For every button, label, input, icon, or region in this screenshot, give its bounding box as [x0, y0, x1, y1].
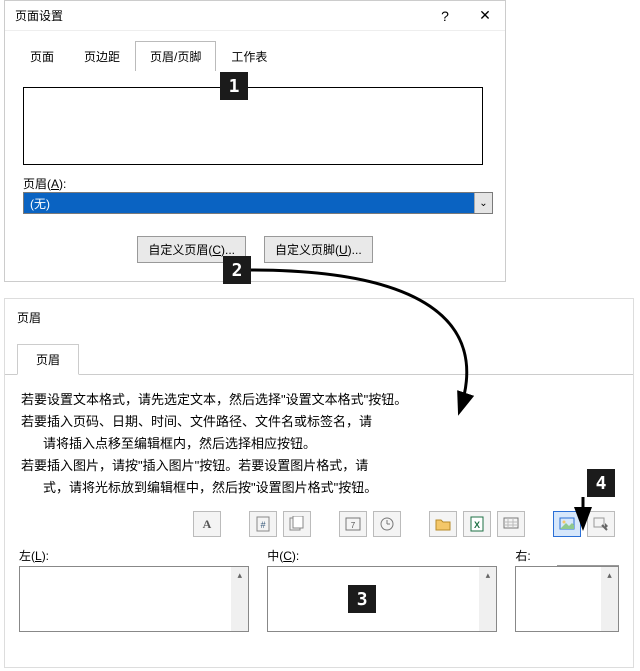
btn-text-pre: 自定义页脚( — [275, 243, 339, 257]
btn-accelerator: U — [339, 243, 348, 257]
insert-page-count-button[interactable] — [283, 511, 311, 537]
help-button[interactable]: ? — [425, 1, 465, 31]
instruction-line-2: 若要插入页码、日期、时间、文件路径、文件名或标签名，请 — [21, 411, 617, 433]
scroll-up-icon[interactable]: ▴ — [479, 567, 496, 583]
sheet-tab-icon — [503, 516, 519, 532]
page-count-icon — [289, 516, 305, 532]
titlebar: 页面设置 ? ✕ — [5, 1, 505, 31]
insert-date-button[interactable]: 7 — [339, 511, 367, 537]
header-dropdown[interactable]: (无) ⌄ — [23, 192, 493, 214]
chevron-down-icon[interactable]: ⌄ — [474, 193, 492, 213]
center-section-label: 中(C): — [267, 547, 497, 564]
custom-footer-button[interactable]: 自定义页脚(U)... — [264, 236, 373, 263]
text-format-icon: A — [203, 517, 212, 532]
instruction-line-5: 式，请将光标放到编辑框中，然后按"设置图片格式"按钮。 — [21, 477, 617, 499]
close-button[interactable]: ✕ — [465, 1, 505, 31]
insert-picture-button[interactable] — [553, 511, 581, 537]
right-section-textarea[interactable]: ▴ — [515, 566, 619, 632]
tab-margins[interactable]: 页边距 — [69, 41, 135, 71]
page-setup-dialog: 页面设置 ? ✕ 页面 页边距 页眉/页脚 工作表 1 页眉(A): (无) ⌄… — [4, 0, 506, 282]
excel-file-icon: X — [469, 516, 485, 532]
instruction-line-3: 请将插入点移至编辑框内，然后选择相应按钮。 — [21, 433, 617, 455]
instruction-line-4: 若要插入图片，请按"插入图片"按钮。若要设置图片格式，请 — [21, 455, 617, 477]
date-icon: 7 — [345, 516, 361, 532]
label-text-post: ): — [59, 177, 66, 191]
svg-text:X: X — [474, 520, 480, 530]
dialog-body: 1 页眉(A): (无) ⌄ 自定义页眉(C)... 自定义页脚(U)... 2 — [5, 71, 505, 281]
header-preview: 1 — [23, 87, 483, 165]
annotation-marker-3: 3 — [348, 585, 376, 613]
header-toolbar: A # 7 X — [5, 507, 633, 541]
scrollbar[interactable]: ▴ — [601, 567, 618, 631]
right-section-field: 右: ▴ — [515, 547, 619, 632]
tab-strip: 页面 页边距 页眉/页脚 工作表 — [5, 31, 505, 71]
label-accelerator: A — [51, 177, 59, 191]
svg-text:7: 7 — [351, 521, 356, 530]
insert-picture-icon — [559, 516, 575, 532]
insert-time-button[interactable] — [373, 511, 401, 537]
format-picture-icon — [593, 516, 609, 532]
center-section-field: 中(C): ▴ 3 — [267, 547, 497, 632]
folder-icon — [435, 516, 451, 532]
tab-sheet[interactable]: 工作表 — [216, 41, 282, 71]
custom-header-button[interactable]: 自定义页眉(C)... — [137, 236, 246, 263]
insert-sheet-name-button[interactable] — [497, 511, 525, 537]
left-section-label: 左(L): — [19, 547, 249, 564]
left-section-field: 左(L): ▴ — [19, 547, 249, 632]
annotation-marker-1: 1 — [220, 72, 248, 100]
insert-file-name-button[interactable]: X — [463, 511, 491, 537]
dialog2-tab-strip: 页眉 — [5, 326, 633, 375]
instructions-text: 若要设置文本格式，请先选定文本，然后选择"设置文本格式"按钮。 若要插入页码、日… — [5, 375, 633, 507]
tab-header-content[interactable]: 页眉 — [17, 344, 79, 375]
section-fields-row: 左(L): ▴ 中(C): ▴ 3 右: ▴ — [5, 541, 633, 632]
dialog-title: 页面设置 — [15, 7, 425, 24]
btn-accelerator: C — [212, 243, 221, 257]
scrollbar[interactable]: ▴ — [231, 567, 248, 631]
scrollbar[interactable]: ▴ — [479, 567, 496, 631]
insert-page-number-button[interactable]: # — [249, 511, 277, 537]
btn-text-post: )... — [221, 243, 235, 257]
format-text-button[interactable]: A — [193, 511, 221, 537]
insert-file-path-button[interactable] — [429, 511, 457, 537]
header-dropdown-label: 页眉(A): — [23, 175, 487, 192]
format-picture-button[interactable] — [587, 511, 615, 537]
left-section-textarea[interactable]: ▴ — [19, 566, 249, 632]
dialog2-title: 页眉 — [5, 299, 633, 326]
page-number-icon: # — [255, 516, 271, 532]
scroll-up-icon[interactable]: ▴ — [231, 567, 248, 583]
btn-text-pre: 自定义页眉( — [148, 243, 212, 257]
scroll-up-icon[interactable]: ▴ — [601, 567, 618, 583]
header-editor-dialog: 页眉 页眉 若要设置文本格式，请先选定文本，然后选择"设置文本格式"按钮。 若要… — [4, 298, 634, 668]
btn-text-post: )... — [348, 243, 362, 257]
right-section-label: 右: — [515, 547, 619, 564]
label-text: 页眉( — [23, 177, 51, 191]
center-section-textarea[interactable]: ▴ 3 — [267, 566, 497, 632]
tab-header-footer[interactable]: 页眉/页脚 — [135, 41, 216, 71]
time-icon — [379, 516, 395, 532]
svg-text:#: # — [260, 520, 265, 530]
instruction-line-1: 若要设置文本格式，请先选定文本，然后选择"设置文本格式"按钮。 — [21, 389, 617, 411]
dropdown-selected-value: (无) — [24, 193, 474, 213]
tab-page[interactable]: 页面 — [15, 41, 69, 71]
